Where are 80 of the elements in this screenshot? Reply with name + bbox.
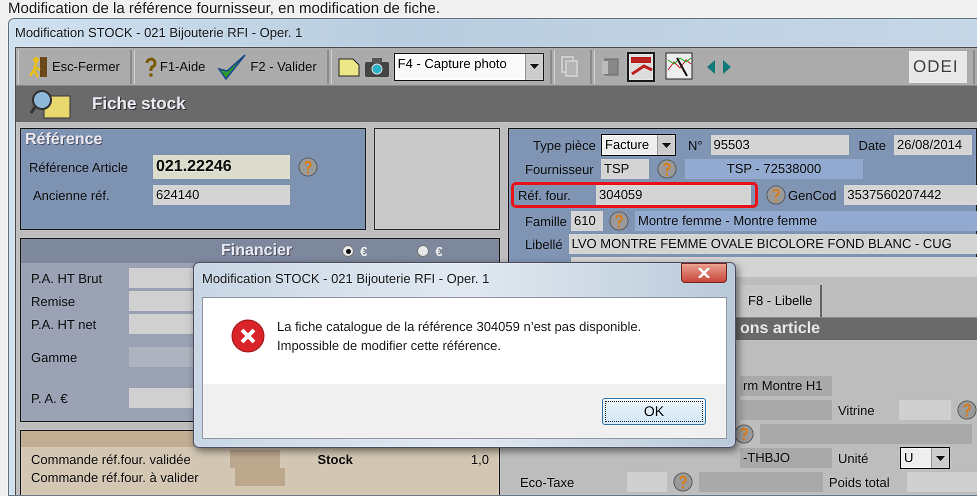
checkmark-icon <box>217 52 248 80</box>
help-icon[interactable] <box>766 185 786 205</box>
form-field[interactable]: rm Montre H1 <box>740 376 832 396</box>
help-icon[interactable] <box>609 211 629 231</box>
field-label: Réf. four. <box>518 188 572 202</box>
reference-field[interactable]: 624140 <box>153 185 290 205</box>
field-label: Famille <box>525 214 565 228</box>
form-field[interactable] <box>740 400 832 420</box>
field-label: P.A. HT Brut <box>31 270 104 286</box>
gencod-field[interactable]: 3537560207442 <box>844 185 977 205</box>
field-label: Remise <box>31 294 76 308</box>
page-title: Fiche stock <box>92 94 186 114</box>
unit-select[interactable]: U <box>900 447 950 469</box>
field-label: P.A. HT net <box>31 316 98 332</box>
close-icon <box>698 268 710 278</box>
field-label: Commande réf.four. à valider <box>31 470 200 484</box>
family-name-field: Montre femme - Montre femme <box>635 211 977 231</box>
toolbar-button[interactable]: Esc-Fermer <box>25 52 124 82</box>
field-label: Vitrine <box>838 402 876 418</box>
ok-button[interactable]: OK <box>602 398 706 424</box>
field-label: Gamme <box>31 350 78 364</box>
supplier-code-field[interactable]: TSP <box>601 159 649 179</box>
camera-icon[interactable] <box>364 56 390 78</box>
caret-icon <box>530 64 539 69</box>
radio-button[interactable] <box>417 245 430 257</box>
field-label: Poids total <box>828 474 891 490</box>
capture-select[interactable]: F4 - Capture photo <box>394 52 544 80</box>
logo: ODEI <box>909 50 967 82</box>
field-label: Date <box>858 138 886 152</box>
field-label: P. A. € <box>31 390 69 406</box>
field-label: Unité <box>838 450 870 466</box>
next-icon[interactable] <box>722 60 731 74</box>
help-icon[interactable] <box>657 159 677 179</box>
date-field[interactable]: 26/08/2014 <box>894 135 972 155</box>
document-icon[interactable] <box>600 58 619 76</box>
toolbar-button[interactable]: F2 - Valider <box>213 52 321 82</box>
running-figure-icon <box>29 54 49 78</box>
dialog-title: Modification STOCK - 021 Bijouterie RFI - Oper. 1 <box>202 271 490 286</box>
form-field[interactable]: -THBJO <box>740 448 832 468</box>
radio-label: € <box>360 244 368 258</box>
stock-value: 1,0 <box>470 452 489 466</box>
supplier-name-field: TSP - 72538000 <box>685 159 863 179</box>
tab[interactable]: F8 - Libelle <box>740 285 822 317</box>
field-label: Référence Article <box>29 160 129 174</box>
caption-text: Modification de la référence fournisseur, en modification de fiche. <box>7 0 441 18</box>
toolbar-button[interactable]: F1-Aide <box>140 52 210 82</box>
field-label: Type pièce <box>533 138 593 152</box>
field-label: N° <box>688 138 703 152</box>
order-field[interactable] <box>230 450 280 468</box>
supplier-ref-field[interactable]: 304059 <box>596 185 751 205</box>
type-select[interactable]: Facture <box>601 134 676 156</box>
copy-icon[interactable] <box>560 56 579 78</box>
window-title: Modification STOCK - 021 Bijouterie RFI - Oper. 1 <box>14 24 304 42</box>
field-label: GenCod <box>788 188 836 202</box>
caret-icon <box>662 142 671 148</box>
previous-icon[interactable] <box>706 60 715 74</box>
stock-label: Stock <box>318 452 353 466</box>
help-icon[interactable] <box>298 157 318 177</box>
panel-title: Référence <box>25 131 104 149</box>
order-field[interactable] <box>235 468 285 486</box>
reference-field[interactable]: 021.22246 <box>153 155 290 179</box>
family-code-field[interactable]: 610 <box>571 211 603 231</box>
note-icon[interactable] <box>338 56 360 76</box>
radio-label: € <box>435 244 443 258</box>
error-icon <box>231 319 265 353</box>
field-label: Ancienne réf. <box>33 188 111 202</box>
number-field[interactable]: 95503 <box>710 135 849 155</box>
help-icon[interactable] <box>957 400 977 420</box>
close-button[interactable] <box>681 263 727 283</box>
field-label: Eco-Taxe <box>520 474 576 490</box>
help-icon[interactable] <box>672 472 693 492</box>
question-mark-icon <box>144 56 157 76</box>
field-label: Commande réf.four. validée <box>31 452 192 466</box>
caret-icon <box>936 456 945 460</box>
field-label: Fournisseur <box>525 162 593 176</box>
label-field[interactable]: LVO MONTRE FEMME OVALE BICOLORE FOND BLANC - CUG <box>568 234 977 254</box>
radio-button[interactable] <box>342 245 354 257</box>
folder-magnifier-icon <box>30 88 72 120</box>
field-label: Libellé <box>525 236 563 252</box>
panel-title: Financier <box>221 242 292 260</box>
